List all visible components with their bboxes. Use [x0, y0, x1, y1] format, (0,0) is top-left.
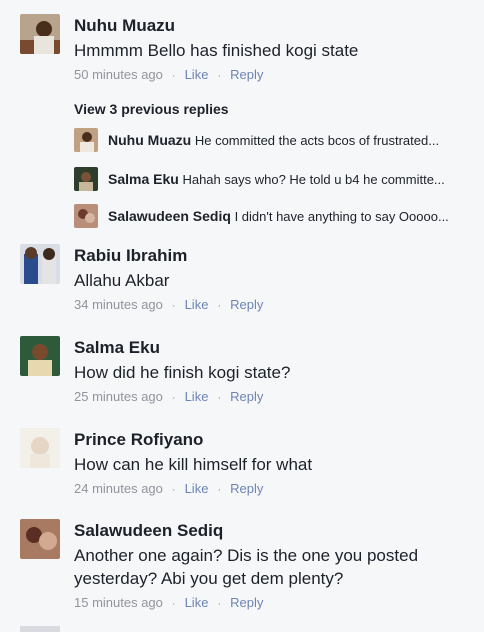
avatar[interactable]: [20, 519, 60, 559]
avatar[interactable]: [74, 167, 98, 191]
comment-author[interactable]: Prince Rofiyano: [74, 429, 474, 451]
reply-text: I didn't have anything to say Ooooo...: [234, 209, 449, 224]
comment-author[interactable]: Salma Eku: [74, 337, 474, 359]
separator: ·: [171, 484, 176, 496]
reply-button[interactable]: Reply: [230, 389, 263, 404]
reply-button[interactable]: Reply: [230, 595, 263, 610]
avatar[interactable]: [20, 428, 60, 468]
reply-author[interactable]: Salawudeen Sediq: [108, 208, 231, 224]
separator: ·: [171, 392, 176, 404]
next-comment-avatar-partial: [20, 626, 60, 632]
avatar[interactable]: [74, 204, 98, 228]
avatar[interactable]: [20, 14, 60, 54]
comment-text: How can he kill himself for what: [74, 455, 313, 474]
reply-button[interactable]: Reply: [230, 67, 263, 82]
separator: ·: [217, 70, 222, 82]
separator: ·: [217, 392, 222, 404]
separator: ·: [217, 300, 222, 312]
comment-text: How did he finish kogi state?: [74, 363, 291, 382]
reply-item: Nuhu Muazu He committed the acts bcos of…: [74, 128, 474, 152]
comment-author[interactable]: Salawudeen Sediq: [74, 520, 474, 542]
comment-timestamp: 15 minutes ago: [74, 595, 163, 610]
reply-button[interactable]: Reply: [230, 481, 263, 496]
comment-author[interactable]: Rabiu Ibrahim: [74, 245, 474, 267]
reply-item: Salawudeen Sediq I didn't have anything …: [74, 204, 474, 228]
comment-meta: 24 minutes ago · Like · Reply: [74, 480, 474, 499]
like-button[interactable]: Like: [185, 297, 209, 312]
separator: ·: [171, 598, 176, 610]
reply-button[interactable]: Reply: [230, 297, 263, 312]
comment-meta: 15 minutes ago · Like · Reply: [74, 594, 474, 613]
view-previous-replies-link[interactable]: View 3 previous replies: [74, 100, 229, 118]
comment-text: Hmmmm Bello has finished kogi state: [74, 41, 359, 60]
reply-text: Hahah says who? He told u b4 he committe…: [182, 172, 445, 187]
like-button[interactable]: Like: [185, 595, 209, 610]
comment-author[interactable]: Nuhu Muazu: [74, 15, 474, 37]
comment-text-line: Another one again? Dis is the one you po…: [74, 546, 419, 565]
like-button[interactable]: Like: [185, 481, 209, 496]
like-button[interactable]: Like: [185, 389, 209, 404]
like-button[interactable]: Like: [185, 67, 209, 82]
comment-timestamp: 50 minutes ago: [74, 67, 163, 82]
separator: ·: [217, 484, 222, 496]
comment-text: Allahu Akbar: [74, 271, 170, 290]
avatar[interactable]: [20, 244, 60, 284]
avatar[interactable]: [74, 128, 98, 152]
comment-timestamp: 34 minutes ago: [74, 297, 163, 312]
avatar[interactable]: [20, 336, 60, 376]
separator: ·: [171, 70, 176, 82]
comment-meta: 25 minutes ago · Like · Reply: [74, 388, 474, 407]
separator: ·: [217, 598, 222, 610]
reply-author[interactable]: Nuhu Muazu: [108, 132, 191, 148]
reply-item: Salma Eku Hahah says who? He told u b4 h…: [74, 167, 474, 191]
separator: ·: [171, 300, 176, 312]
reply-text: He committed the acts bcos of frustrated…: [194, 133, 440, 148]
comment-meta: 34 minutes ago · Like · Reply: [74, 296, 474, 315]
comment-timestamp: 24 minutes ago: [74, 481, 163, 496]
comment-text-line: yesterday? Abi you get dem plenty?: [74, 569, 344, 588]
reply-author[interactable]: Salma Eku: [108, 171, 179, 187]
comment-meta: 50 minutes ago · Like · Reply: [74, 66, 474, 85]
comment-timestamp: 25 minutes ago: [74, 389, 163, 404]
